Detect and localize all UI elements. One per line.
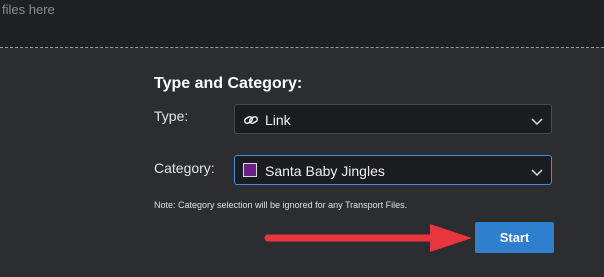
annotation-arrow [264, 224, 472, 252]
drop-hint-text: files here [2, 2, 55, 17]
category-select[interactable]: Santa Baby Jingles [234, 155, 552, 185]
file-drop-zone[interactable]: files here [0, 0, 604, 48]
type-select-value: Link [265, 112, 291, 128]
chevron-down-icon [531, 114, 543, 132]
category-label: Category: [154, 160, 215, 176]
type-select[interactable]: Link [234, 104, 552, 134]
type-label: Type: [154, 108, 189, 124]
chevron-down-icon [531, 165, 543, 183]
category-note: Note: Category selection will be ignored… [154, 200, 408, 210]
section-title: Type and Category: [154, 75, 303, 92]
category-color-swatch [243, 163, 257, 177]
link-icon [243, 112, 259, 133]
drop-zone-border [0, 47, 604, 48]
start-button[interactable]: Start [475, 222, 554, 253]
category-select-value: Santa Baby Jingles [265, 163, 385, 179]
